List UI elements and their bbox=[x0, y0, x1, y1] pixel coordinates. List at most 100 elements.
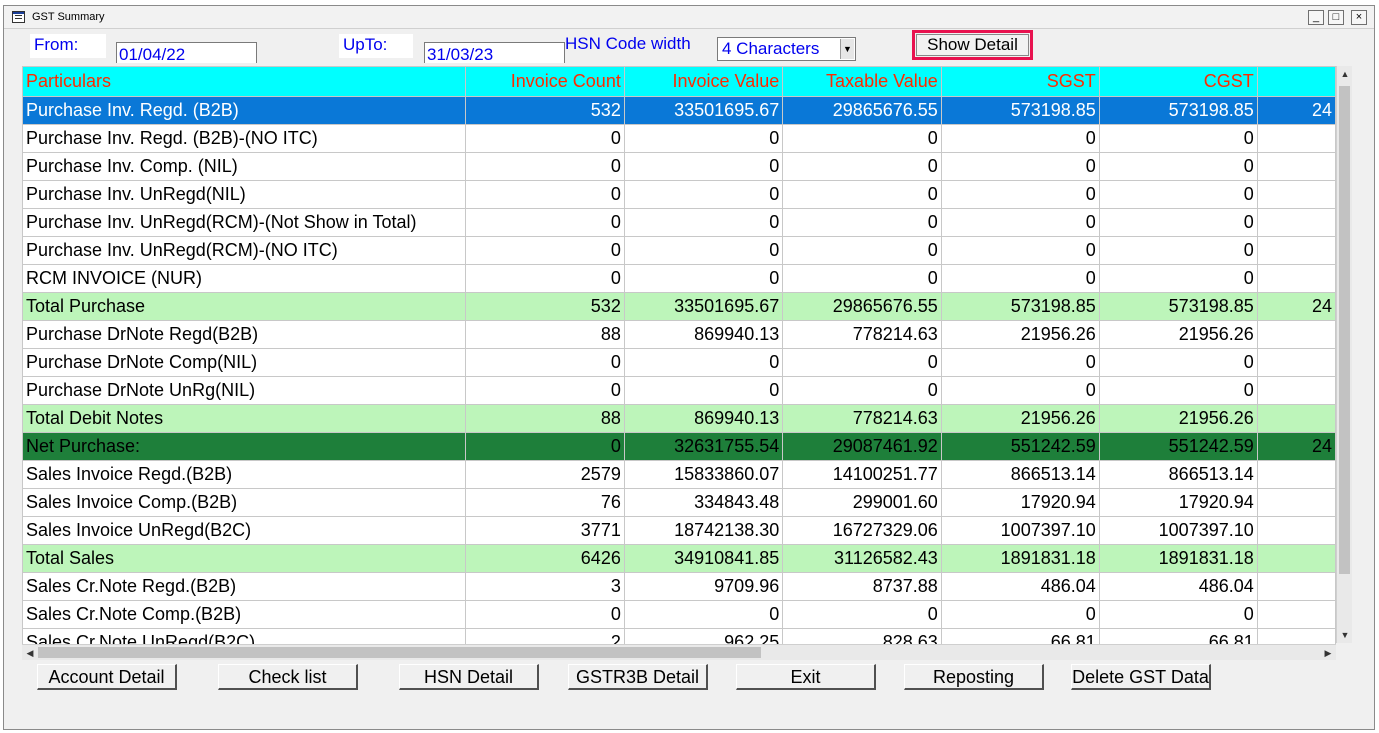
row-value-cell[interactable]: 29087461.92 bbox=[782, 432, 942, 461]
reposting-button[interactable]: Reposting bbox=[904, 664, 1044, 690]
from-date-field[interactable]: 01/04/22 bbox=[116, 42, 257, 63]
row-value-cell[interactable]: 0 bbox=[940, 208, 1100, 237]
row-value-cell[interactable]: 0 bbox=[1098, 152, 1258, 181]
row-value-cell[interactable] bbox=[1256, 572, 1336, 601]
row-value-cell[interactable]: 0 bbox=[623, 180, 784, 209]
row-value-cell[interactable] bbox=[1256, 544, 1336, 573]
row-particulars-cell[interactable]: Purchase Inv. UnRegd(RCM)-(NO ITC) bbox=[22, 236, 467, 265]
row-value-cell[interactable]: 66.81 bbox=[1098, 628, 1258, 644]
table-row[interactable]: RCM INVOICE (NUR) 0 0 0 0 0 bbox=[22, 264, 1336, 293]
row-value-cell[interactable] bbox=[1256, 264, 1336, 293]
table-row[interactable]: Sales Cr.Note UnRegd(B2C) 2 962.25 828.63 66… bbox=[22, 628, 1336, 644]
row-value-cell[interactable]: 6426 bbox=[465, 544, 625, 573]
row-value-cell[interactable]: 0 bbox=[465, 208, 625, 237]
row-value-cell[interactable]: 0 bbox=[623, 124, 784, 153]
row-particulars-cell[interactable]: Sales Invoice Comp.(B2B) bbox=[22, 488, 467, 517]
row-value-cell[interactable]: 866513.14 bbox=[940, 460, 1100, 489]
row-value-cell[interactable]: 0 bbox=[782, 124, 942, 153]
row-particulars-cell[interactable]: Purchase DrNote UnRg(NIL) bbox=[22, 376, 467, 405]
row-value-cell[interactable]: 1007397.10 bbox=[940, 516, 1100, 545]
gstr3b-detail-button[interactable]: GSTR3B Detail bbox=[568, 664, 708, 690]
row-value-cell[interactable]: 0 bbox=[782, 180, 942, 209]
row-value-cell[interactable]: 16727329.06 bbox=[782, 516, 942, 545]
row-value-cell[interactable]: 0 bbox=[465, 600, 625, 629]
table-row[interactable]: Sales Cr.Note Comp.(B2B) 0 0 0 0 0 bbox=[22, 600, 1336, 629]
row-value-cell[interactable] bbox=[1256, 628, 1336, 644]
row-value-cell[interactable]: 828.63 bbox=[782, 628, 942, 644]
row-value-cell[interactable]: 0 bbox=[623, 264, 784, 293]
row-particulars-cell[interactable]: Sales Cr.Note UnRegd(B2C) bbox=[22, 628, 467, 644]
row-value-cell[interactable]: 0 bbox=[940, 152, 1100, 181]
row-value-cell[interactable]: 33501695.67 bbox=[623, 96, 784, 125]
row-value-cell[interactable]: 34910841.85 bbox=[623, 544, 784, 573]
row-value-cell[interactable]: 66.81 bbox=[940, 628, 1100, 644]
row-value-cell[interactable]: 21956.26 bbox=[940, 404, 1100, 433]
row-value-cell[interactable]: 532 bbox=[465, 292, 625, 321]
row-value-cell[interactable]: 0 bbox=[465, 180, 625, 209]
row-value-cell[interactable] bbox=[1256, 180, 1336, 209]
row-value-cell[interactable]: 0 bbox=[940, 236, 1100, 265]
row-value-cell[interactable]: 299001.60 bbox=[782, 488, 942, 517]
account-detail-button[interactable]: Account Detail bbox=[37, 664, 177, 690]
row-value-cell[interactable] bbox=[1256, 348, 1336, 377]
row-particulars-cell[interactable]: Purchase Inv. Regd. (B2B) bbox=[22, 96, 467, 125]
table-row[interactable]: Purchase Inv. UnRegd(RCM)-(NO ITC) 0 0 0 0 0 bbox=[22, 236, 1336, 265]
table-row[interactable]: Purchase DrNote UnRg(NIL) 0 0 0 0 0 bbox=[22, 376, 1336, 405]
row-value-cell[interactable]: 33501695.67 bbox=[623, 292, 784, 321]
row-particulars-cell[interactable]: Total Sales bbox=[22, 544, 467, 573]
row-value-cell[interactable]: 0 bbox=[782, 152, 942, 181]
row-value-cell[interactable]: 0 bbox=[623, 208, 784, 237]
row-particulars-cell[interactable]: Sales Cr.Note Comp.(B2B) bbox=[22, 600, 467, 629]
row-value-cell[interactable] bbox=[1256, 152, 1336, 181]
row-value-cell[interactable]: 15833860.07 bbox=[623, 460, 784, 489]
table-row[interactable]: Purchase Inv. UnRegd(RCM)-(Not Show in T… bbox=[22, 208, 1336, 237]
row-value-cell[interactable]: 0 bbox=[940, 264, 1100, 293]
row-value-cell[interactable]: 3 bbox=[465, 572, 625, 601]
row-value-cell[interactable]: 0 bbox=[782, 348, 942, 377]
row-value-cell[interactable] bbox=[1256, 320, 1336, 349]
row-value-cell[interactable]: 0 bbox=[465, 264, 625, 293]
row-particulars-cell[interactable]: Purchase Inv. UnRegd(NIL) bbox=[22, 180, 467, 209]
row-value-cell[interactable] bbox=[1256, 516, 1336, 545]
row-value-cell[interactable]: 29865676.55 bbox=[782, 292, 942, 321]
column-header-particulars[interactable]: Particulars bbox=[22, 66, 467, 97]
table-row[interactable]: Purchase DrNote Regd(B2B) 88 869940.13 7782… bbox=[22, 320, 1336, 349]
row-value-cell[interactable]: 0 bbox=[940, 348, 1100, 377]
row-value-cell[interactable] bbox=[1256, 376, 1336, 405]
row-value-cell[interactable]: 88 bbox=[465, 320, 625, 349]
column-header-invoice-value[interactable]: Invoice Value bbox=[623, 66, 784, 97]
row-value-cell[interactable]: 8737.88 bbox=[782, 572, 942, 601]
table-row[interactable]: Purchase DrNote Comp(NIL) 0 0 0 0 0 bbox=[22, 348, 1336, 377]
horizontal-scrollbar[interactable]: ◀ ▶ bbox=[22, 644, 1336, 660]
row-value-cell[interactable]: 0 bbox=[1098, 264, 1258, 293]
row-value-cell[interactable]: 573198.85 bbox=[940, 292, 1100, 321]
row-value-cell[interactable]: 0 bbox=[465, 376, 625, 405]
row-particulars-cell[interactable]: RCM INVOICE (NUR) bbox=[22, 264, 467, 293]
row-value-cell[interactable] bbox=[1256, 460, 1336, 489]
column-header-invoice-count[interactable]: Invoice Count bbox=[465, 66, 625, 97]
row-value-cell[interactable]: 486.04 bbox=[940, 572, 1100, 601]
row-value-cell[interactable]: 869940.13 bbox=[623, 404, 784, 433]
upto-date-field[interactable]: 31/03/23 bbox=[424, 42, 565, 63]
row-value-cell[interactable]: 486.04 bbox=[1098, 572, 1258, 601]
row-particulars-cell[interactable]: Sales Invoice UnRegd(B2C) bbox=[22, 516, 467, 545]
close-button[interactable]: × bbox=[1351, 10, 1367, 25]
table-row[interactable]: Sales Invoice Regd.(B2B) 2579 15833860.07 1… bbox=[22, 460, 1336, 489]
row-value-cell[interactable]: 869940.13 bbox=[623, 320, 784, 349]
row-value-cell[interactable]: 0 bbox=[465, 152, 625, 181]
row-value-cell[interactable] bbox=[1256, 208, 1336, 237]
row-value-cell[interactable]: 0 bbox=[623, 376, 784, 405]
row-value-cell[interactable]: 0 bbox=[623, 348, 784, 377]
row-particulars-cell[interactable]: Total Purchase bbox=[22, 292, 467, 321]
row-value-cell[interactable]: 21956.26 bbox=[1098, 320, 1258, 349]
row-particulars-cell[interactable]: Total Debit Notes bbox=[22, 404, 467, 433]
row-value-cell[interactable]: 1891831.18 bbox=[940, 544, 1100, 573]
row-value-cell[interactable]: 573198.85 bbox=[1098, 96, 1258, 125]
row-value-cell[interactable] bbox=[1256, 124, 1336, 153]
table-row[interactable]: Total Debit Notes 88 869940.13 778214.63 219… bbox=[22, 404, 1336, 433]
column-header-sgst[interactable]: SGST bbox=[940, 66, 1100, 97]
minimize-button[interactable]: _ bbox=[1308, 10, 1324, 25]
row-value-cell[interactable]: 0 bbox=[1098, 376, 1258, 405]
table-row[interactable]: Total Sales 6426 34910841.85 31126582.43 189… bbox=[22, 544, 1336, 573]
column-header-igst[interactable] bbox=[1256, 66, 1336, 97]
